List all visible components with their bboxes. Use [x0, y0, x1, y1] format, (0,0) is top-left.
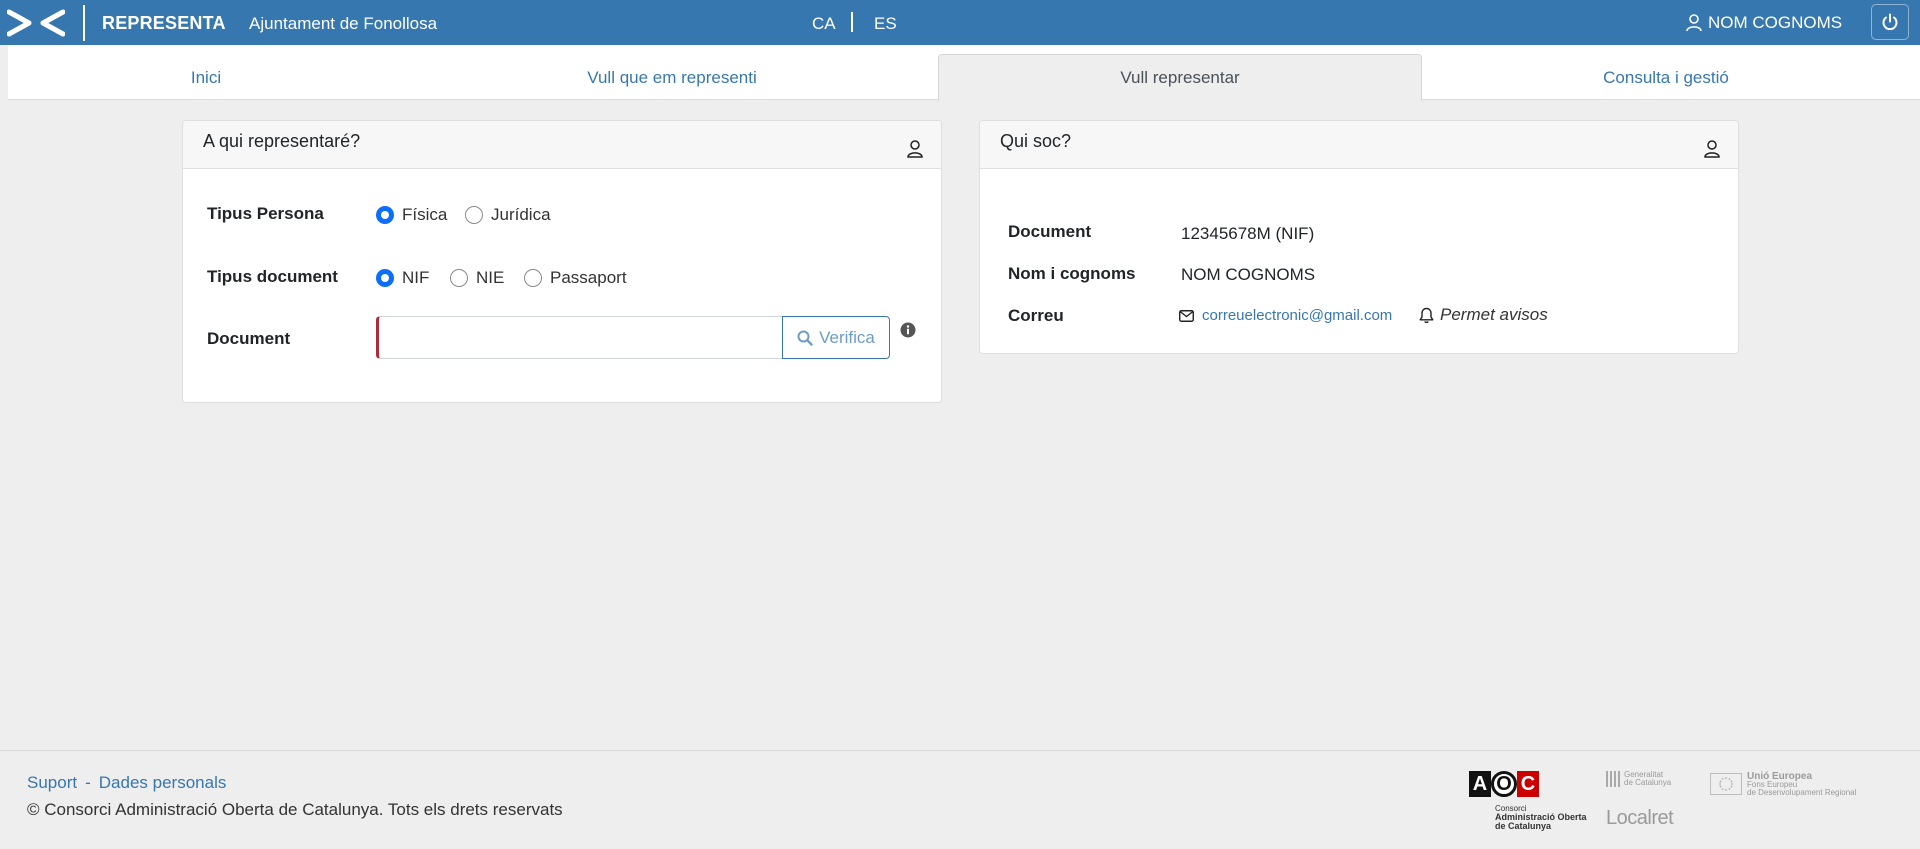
radio-juridica-indicator[interactable]	[465, 206, 483, 224]
user-menu[interactable]: NOM COGNOMS	[1686, 13, 1842, 33]
aoc-letter-o: O	[1491, 771, 1517, 797]
document-label: Document	[207, 329, 291, 348]
language-es-link[interactable]: ES	[874, 14, 897, 34]
footer-link-separator: -	[85, 773, 91, 792]
radio-fisica[interactable]: Física	[376, 205, 447, 225]
document-input[interactable]	[376, 316, 783, 359]
radio-juridica[interactable]: Jurídica	[465, 205, 551, 225]
tab-inici[interactable]: Inici	[8, 55, 404, 100]
radio-nie-label: NIE	[476, 268, 505, 287]
info-icon[interactable]	[900, 322, 916, 338]
verify-button-label: Verifica	[819, 327, 875, 347]
organization-name: Ajuntament de Fonollosa	[249, 14, 438, 33]
whoami-name-value: NOM COGNOMS	[1181, 265, 1316, 284]
whoami-document-label: Document	[1008, 222, 1092, 241]
person-icon	[907, 140, 923, 158]
eu-feder-logo[interactable]: Unió Europea Fons Europeu de Desenvolupa…	[1710, 772, 1857, 797]
copyright-text: © Consorci Administració Oberta de Catal…	[27, 800, 563, 819]
person-type-label: Tipus Persona	[207, 204, 324, 223]
generalitat-logo[interactable]: Generalitat de Catalunya	[1606, 771, 1671, 787]
radio-nif-indicator[interactable]	[376, 269, 394, 287]
radio-nif[interactable]: NIF	[376, 268, 429, 288]
user-icon	[1686, 14, 1702, 32]
eu-flag-icon	[1710, 773, 1742, 795]
represent-card-title: A qui representaré?	[203, 131, 361, 151]
notifications-status: Permet avisos	[1419, 305, 1548, 325]
radio-nif-label: NIF	[402, 268, 430, 287]
tab-vull-representar[interactable]: Vull representar	[938, 54, 1422, 101]
person-icon	[1704, 140, 1720, 158]
language-separator	[851, 12, 853, 32]
whoami-name-label: Nom i cognoms	[1008, 264, 1136, 283]
logout-button[interactable]	[1871, 4, 1909, 40]
radio-passaport[interactable]: Passaport	[524, 268, 627, 288]
eu-line3: de Desenvolupament Regional	[1747, 788, 1857, 797]
header-divider	[83, 5, 85, 41]
user-name: NOM COGNOMS	[1708, 13, 1843, 32]
notifications-label: Permet avisos	[1440, 305, 1548, 324]
app-name[interactable]: REPRESENTA	[102, 13, 226, 34]
localret-logo[interactable]: Localret	[1606, 807, 1674, 830]
main-tabs: Inici Vull que em representi Vull repres…	[0, 45, 1920, 101]
radio-passaport-indicator[interactable]	[524, 269, 542, 287]
represent-card-header: A qui representaré?	[183, 121, 941, 169]
doc-type-label: Tipus document	[207, 267, 338, 286]
radio-fisica-label: Física	[402, 205, 448, 224]
generalitat-bars-icon	[1606, 771, 1620, 787]
tab-consulta-i-gestio[interactable]: Consulta i gestió	[1468, 55, 1864, 100]
aoc-logo[interactable]: A O C Consorci Administració Oberta de C…	[1469, 771, 1587, 831]
app-logo-icon[interactable]	[7, 9, 65, 37]
aoc-name-line2: de Catalunya	[1495, 821, 1552, 831]
bell-icon	[1419, 307, 1434, 323]
radio-passaport-label: Passaport	[550, 268, 627, 287]
footer-links: Suport - Dades personals	[27, 773, 226, 793]
whoami-document-value: 12345678M (NIF)	[1181, 224, 1315, 243]
whoami-email[interactable]: correuelectronic@gmail.com	[1179, 307, 1392, 324]
language-ca-link[interactable]: CA	[812, 14, 836, 34]
radio-nie-indicator[interactable]	[450, 269, 468, 287]
gencat-line2: de Catalunya	[1624, 778, 1672, 787]
whoami-email-value[interactable]: correuelectronic@gmail.com	[1202, 307, 1392, 324]
top-bar: REPRESENTA Ajuntament de Fonollosa CA ES…	[0, 0, 1920, 45]
verify-button[interactable]: Verifica	[782, 316, 890, 359]
whoami-card-header: Qui soc?	[980, 121, 1738, 169]
represent-card: A qui representaré?	[182, 120, 942, 403]
personal-data-link[interactable]: Dades personals	[99, 773, 227, 792]
power-icon	[1882, 13, 1898, 31]
radio-nie[interactable]: NIE	[450, 268, 504, 288]
aoc-letter-a: A	[1469, 771, 1491, 797]
footer: Suport - Dades personals © Consorci Admini…	[0, 750, 1920, 849]
whoami-email-label: Correu	[1008, 306, 1064, 325]
radio-juridica-label: Jurídica	[491, 205, 551, 224]
support-link[interactable]: Suport	[27, 773, 77, 792]
envelope-icon	[1179, 309, 1194, 322]
aoc-letter-c: C	[1517, 771, 1539, 797]
search-icon	[797, 330, 813, 346]
tab-vull-que-em-representi[interactable]: Vull que em representi	[474, 55, 870, 100]
radio-fisica-indicator[interactable]	[376, 206, 394, 224]
whoami-card-title: Qui soc?	[1000, 131, 1072, 151]
